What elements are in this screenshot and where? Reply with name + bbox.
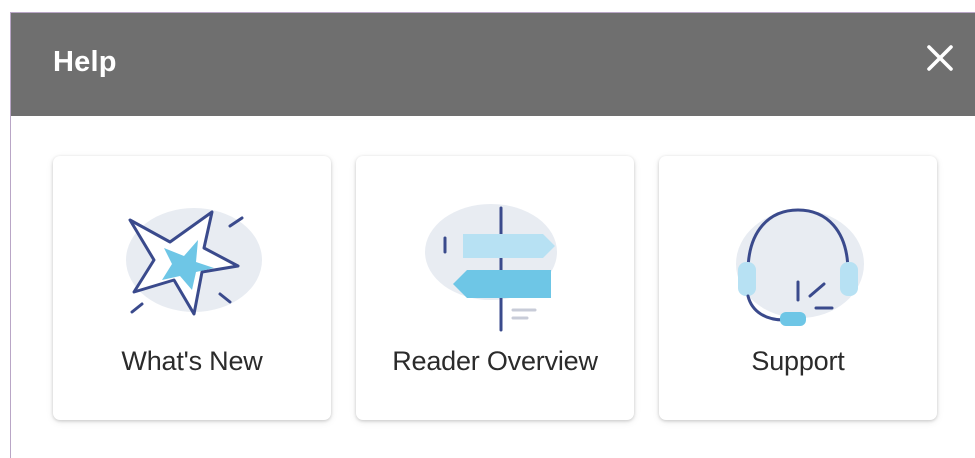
help-dialog: Help What's New Reader Overview Support [10,12,975,458]
signpost-icon [405,190,585,340]
reader-overview-card[interactable]: Reader Overview [356,156,634,420]
dialog-title: Help [53,46,117,78]
support-label: Support [751,346,845,376]
support-card[interactable]: Support [659,156,937,420]
reader-overview-label: Reader Overview [392,346,598,376]
whats-new-card[interactable]: What's New [53,156,331,420]
whats-new-label: What's New [121,346,263,376]
dialog-header: Help [11,13,975,116]
starburst-icon [102,190,282,340]
headset-icon [708,190,888,340]
close-icon[interactable] [919,37,961,79]
help-options: What's New Reader Overview Support [53,156,953,422]
